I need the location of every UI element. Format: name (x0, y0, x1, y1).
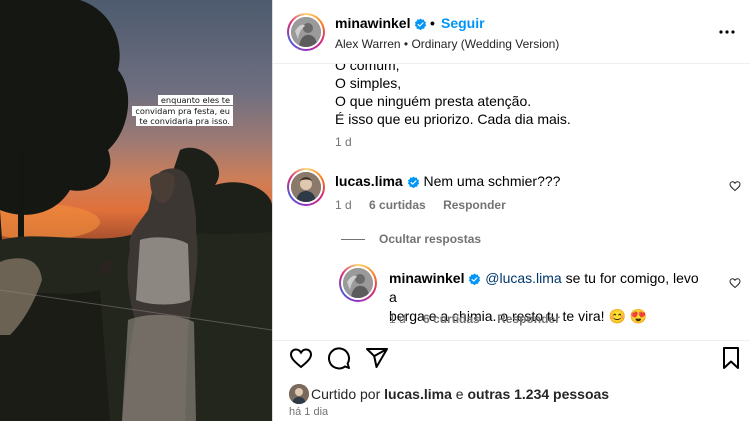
verified-badge-icon (407, 176, 419, 188)
share-paper-plane-icon[interactable] (365, 346, 389, 370)
hide-replies-line (341, 239, 365, 241)
post-detail-panel: minawinkel • Seguir Alex Warren • Ordina… (272, 0, 750, 421)
liked-by-avatar[interactable] (289, 384, 309, 404)
author-username-row[interactable]: minawinkel (335, 15, 427, 31)
reply-likes-count[interactable]: 6 curtidas (423, 312, 480, 326)
caption-timestamp[interactable]: 1 d (335, 135, 352, 149)
caption-line: O que ninguém presta atenção. (335, 93, 532, 109)
hide-replies-toggle[interactable]: Ocultar respostas (341, 232, 481, 246)
reply-mention-link[interactable]: @lucas.lima (485, 270, 561, 286)
post-caption: O comum, O simples, O que ninguém presta… (335, 64, 571, 128)
sunset-scene-illustration (0, 0, 272, 421)
verified-badge-icon (415, 18, 427, 30)
audio-track-link[interactable]: Alex Warren • Ordinary (Wedding Version) (335, 37, 559, 51)
header-separator: • (430, 15, 435, 31)
author-username[interactable]: minawinkel (335, 15, 410, 31)
post-timestamp[interactable]: há 1 dia (289, 406, 328, 418)
comment-timestamp[interactable]: 1 d (335, 198, 352, 212)
post-photo[interactable]: enquanto eles te convidam pra festa, eu … (0, 0, 272, 421)
photo-caption-line-2: convidam pra festa, eu (132, 105, 233, 116)
reply-author-avatar[interactable] (339, 264, 377, 302)
verified-badge-icon (469, 273, 481, 285)
comment-username[interactable]: lucas.lima (335, 173, 403, 189)
reply-timestamp[interactable]: 1 d (389, 312, 406, 326)
liked-by-others[interactable]: outras 1.234 pessoas (467, 386, 609, 402)
caption-line: É isso que eu priorizo. Cada dia mais. (335, 111, 571, 127)
reply-reply-button[interactable]: Responder (497, 312, 560, 326)
comment-likes-count[interactable]: 6 curtidas (369, 198, 426, 212)
more-options-icon[interactable] (717, 25, 737, 39)
post-action-bar: Curtido por lucas.lima e outras 1.234 pe… (273, 340, 750, 421)
follow-button[interactable]: Seguir (441, 15, 485, 31)
hide-replies-label: Ocultar respostas (379, 232, 482, 246)
photo-caption-line-3: te convidaria pra isso. (136, 116, 233, 127)
avatar-photo (291, 17, 321, 47)
comments-section[interactable]: O comum, O simples, O que ninguém presta… (273, 64, 750, 340)
liked-by-conjunction: e (455, 386, 464, 402)
commenter-avatar-photo (291, 172, 321, 202)
liked-by-prefix: Curtido por (311, 386, 381, 402)
post-header: minawinkel • Seguir Alex Warren • Ordina… (273, 0, 750, 64)
reply-avatar-photo (343, 268, 373, 298)
commenter-avatar[interactable] (287, 168, 325, 206)
reply-like-heart-icon[interactable] (729, 277, 741, 289)
caption-line: O comum, (335, 64, 400, 73)
liked-by-summary: Curtido por lucas.lima e outras 1.234 pe… (311, 386, 609, 402)
comment-text: Nem uma schmier??? (423, 173, 561, 189)
save-bookmark-icon[interactable] (719, 346, 743, 370)
liked-by-user[interactable]: lucas.lima (384, 386, 452, 402)
photo-caption-sticker: enquanto eles te convidam pra festa, eu … (123, 95, 233, 127)
comment-reply-button[interactable]: Responder (443, 198, 506, 212)
comment-like-heart-icon[interactable] (729, 180, 741, 192)
comment-meta: 1 d 6 curtidas Responder (335, 198, 506, 212)
liked-by-avatar-photo (289, 384, 309, 404)
author-avatar[interactable] (287, 13, 325, 51)
reply-username[interactable]: minawinkel (389, 270, 464, 286)
photo-caption-line-1: enquanto eles te (157, 95, 233, 105)
like-heart-icon[interactable] (289, 346, 313, 370)
caption-line: O simples, (335, 75, 402, 91)
comment-body: lucas.lima Nem uma schmier??? (335, 173, 560, 189)
comment-bubble-icon[interactable] (327, 346, 351, 370)
reply-meta: 1 d 6 curtidas Responder (389, 312, 560, 326)
